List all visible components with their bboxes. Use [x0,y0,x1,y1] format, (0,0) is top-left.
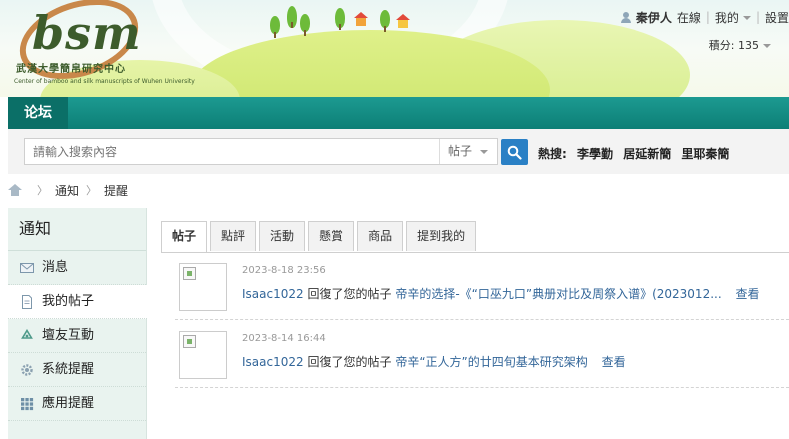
notice-item: 2023-8-14 16:44 Isaac1022 回復了您的帖子 帝辛“正人方… [175,331,789,388]
site-header: bsm 武漢大學簡帛研究中心 Center of bamboo and silk… [0,0,789,97]
tab-divider [161,252,789,253]
sidebar-item-messages[interactable]: 消息 [8,251,146,285]
house-decoration [396,14,410,28]
notice-text: Isaac1022 回復了您的帖子 帝辛“正人方”的廿四旬基本研究架构 查看 [242,353,626,370]
credits-label: 積分: 135 [708,39,759,52]
sidebar-item-label: 壇友互動 [42,328,95,343]
search-type-label: 帖子 [448,144,473,158]
document-icon [22,295,32,309]
notice-view-link[interactable]: 查看 [602,355,626,369]
notice-user-link[interactable]: Isaac1022 [242,355,304,369]
tab-posts[interactable]: 帖子 [161,221,208,253]
tab-mentions[interactable]: 提到我的 [406,221,477,251]
hot-search-link[interactable]: 里耶秦簡 [681,147,729,161]
grid-icon [21,398,34,411]
broken-image-icon [183,335,196,348]
search-icon [507,145,522,160]
site-logo[interactable]: bsm 武漢大學簡帛研究中心 Center of bamboo and silk… [9,0,195,94]
broken-image-icon [183,267,196,280]
avatar[interactable] [179,331,227,379]
credits-menu[interactable]: 積分: 135 [709,37,771,53]
house-decoration [354,12,368,26]
notice-action: 回復了您的帖子 [307,355,392,369]
tab-comments[interactable]: 點評 [210,221,257,251]
tab-goods[interactable]: 商品 [357,221,404,251]
breadcrumb: 〉 通知 〉 提醒 [8,182,128,198]
chevron-down-icon [763,44,771,48]
notice-user-link[interactable]: Isaac1022 [242,287,304,301]
tree-decoration [380,10,390,32]
home-icon[interactable] [8,184,22,196]
sidebar-item-label: 應用提醒 [42,396,95,411]
main-nav: 论坛 [8,97,789,129]
divider: | [755,10,760,24]
hot-searches: 熱搜: 李學勤 居延新簡 里耶秦簡 [538,145,729,162]
notice-time: 2023-8-18 23:56 [242,265,326,276]
hot-search-link[interactable]: 居延新簡 [623,147,671,161]
chevron-down-icon [742,16,751,20]
sidebar-item-system[interactable]: 系統提醒 [8,353,146,387]
notice-time: 2023-8-14 16:44 [242,333,326,344]
notice-view-link[interactable]: 查看 [735,287,759,301]
sidebar-item-my-posts[interactable]: 我的帖子 [8,285,147,319]
tab-activities[interactable]: 活動 [259,221,306,251]
search-button[interactable] [501,139,528,165]
sidebar: 通知 消息 我的帖子 壇友互動 系統提醒 應用提醒 [8,208,147,439]
sidebar-item-label: 我的帖子 [42,294,95,309]
sidebar-item-apps[interactable]: 應用提醒 [8,387,146,421]
recycle-icon [21,329,33,339]
tree-decoration [335,8,345,30]
avatar[interactable] [179,263,227,311]
search-type-select[interactable]: 帖子 [439,139,497,164]
notice-action: 回復了您的帖子 [307,287,392,301]
chevron-right-icon: 〉 [86,184,98,197]
nav-forum-tab[interactable]: 论坛 [8,97,68,129]
logo-chinese-name: 武漢大學簡帛研究中心 [16,64,126,75]
breadcrumb-current: 提醒 [104,183,129,198]
tree-decoration [300,14,310,36]
username-link[interactable]: 秦伊人 [636,9,672,26]
tree-decoration [287,6,297,28]
search-box: 帖子 [24,138,498,165]
notice-tabs: 帖子 點評 活動 懸賞 商品 提到我的 [161,221,479,253]
logo-english-name: Center of bamboo and silk manuscripts of… [14,78,195,85]
gear-icon [21,364,33,376]
sidebar-title: 通知 [8,208,146,251]
search-bar: 帖子 熱搜: 李學勤 居延新簡 里耶秦簡 [8,129,789,174]
notice-post-link[interactable]: 帝辛“正人方”的廿四旬基本研究架构 [395,355,587,369]
chevron-down-icon [480,149,489,154]
hot-label: 熱搜: [538,147,567,161]
envelope-icon [20,263,34,273]
notice-item: 2023-8-18 23:56 Isaac1022 回復了您的帖子 帝辛的选择-… [175,263,789,320]
search-input[interactable] [25,139,430,164]
tree-decoration [270,16,280,38]
breadcrumb-notice[interactable]: 通知 [55,182,79,199]
divider: | [705,10,710,24]
online-status: 在線 [676,10,701,25]
hot-search-link[interactable]: 李學勤 [577,147,613,161]
my-menu[interactable]: 我的 [715,9,751,26]
notice-text: Isaac1022 回復了您的帖子 帝辛的选择-《“口巫九口”典册对比及周祭入谱… [242,285,760,302]
settings-link[interactable]: 設置 [765,9,789,26]
logo-text: bsm [32,6,142,60]
chevron-right-icon: 〉 [37,184,48,197]
my-menu-label: 我的 [714,10,739,25]
notice-post-link[interactable]: 帝辛的选择-《“口巫九口”典册对比及周祭入谱》(2023012... [395,287,721,301]
sidebar-item-label: 系統提醒 [42,362,95,377]
user-bar: 秦伊人 在線 | 我的 | 設置 [620,9,789,26]
user-icon [620,11,631,23]
sidebar-item-interactions[interactable]: 壇友互動 [8,319,146,353]
tab-rewards[interactable]: 懸賞 [308,221,355,251]
sidebar-item-label: 消息 [42,260,69,275]
